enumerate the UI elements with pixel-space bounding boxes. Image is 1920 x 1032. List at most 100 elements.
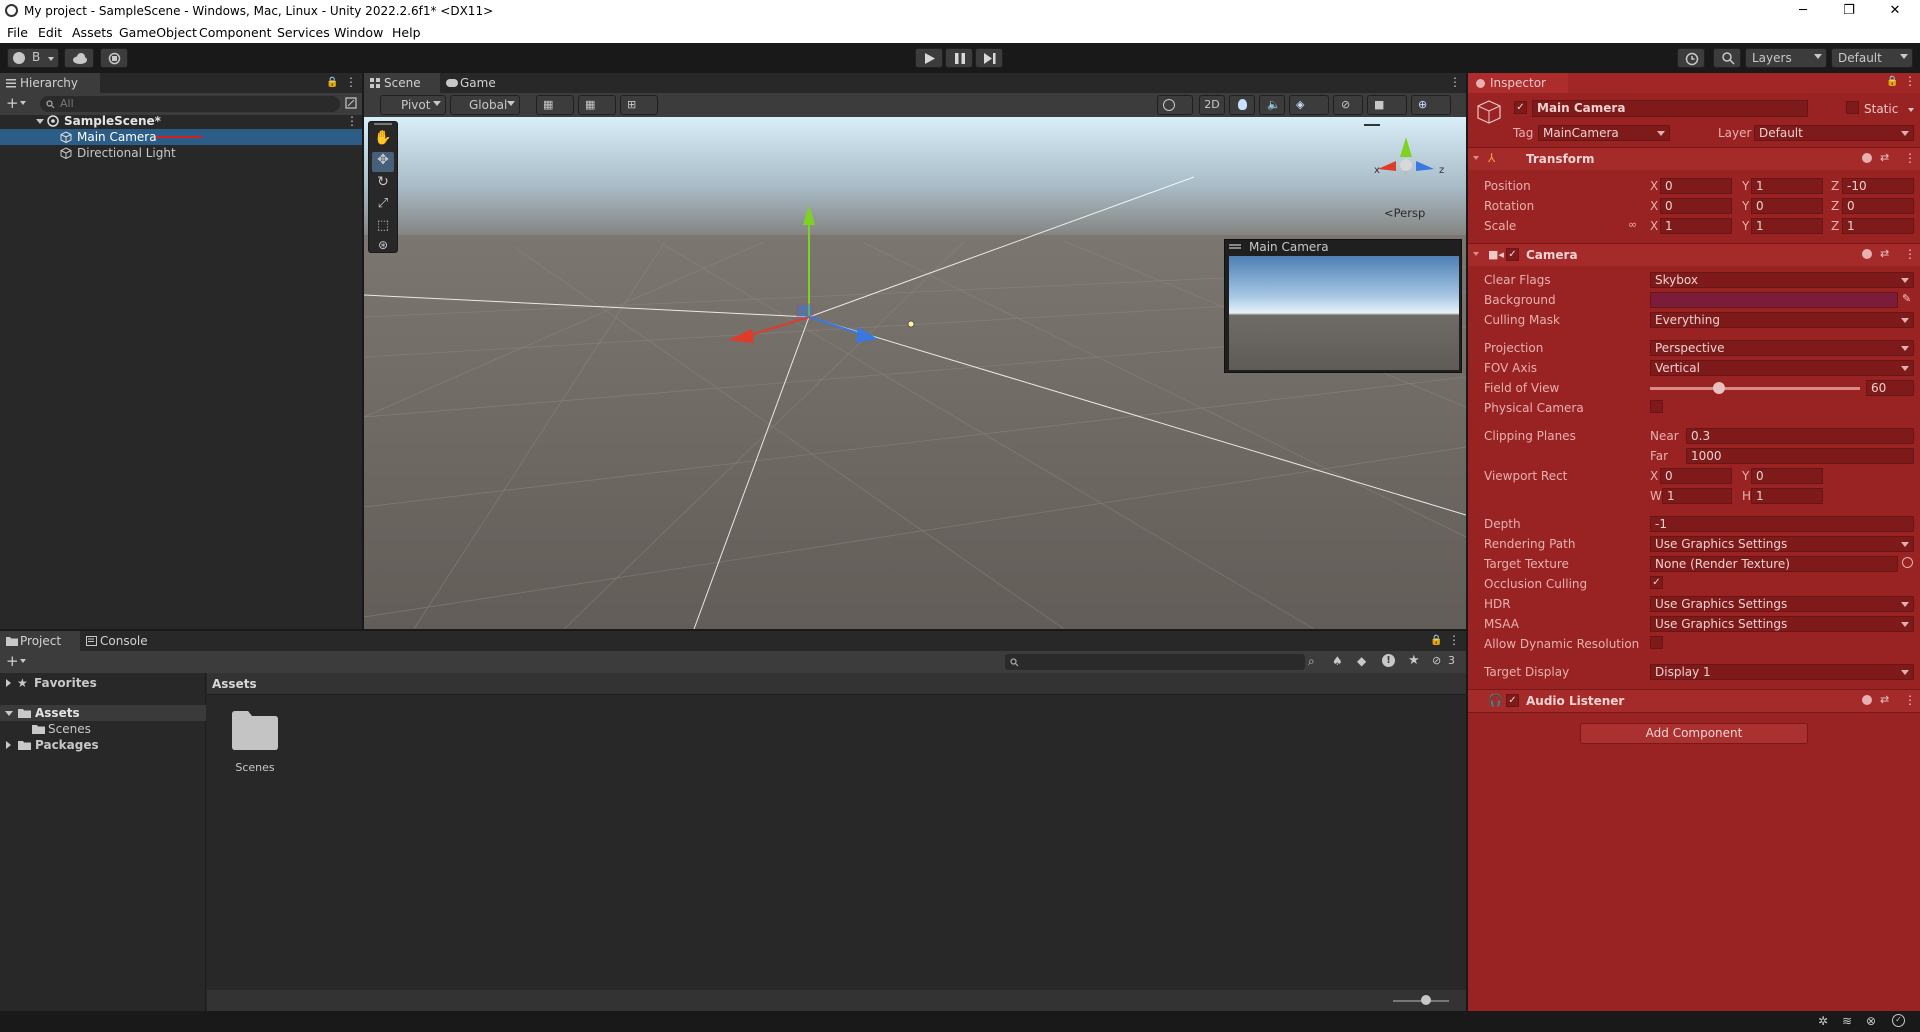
menu-assets[interactable]: Assets: [72, 25, 113, 40]
tree-item-packages[interactable]: Packages: [0, 737, 206, 753]
position-x-field[interactable]: 0: [1660, 178, 1732, 194]
rotation-x-field[interactable]: 0: [1660, 198, 1732, 214]
more-options-icon[interactable]: ⋮: [1449, 75, 1461, 89]
orientation-gizmo[interactable]: [1366, 127, 1446, 197]
help-icon[interactable]: [1862, 695, 1872, 705]
clear-flags-dropdown[interactable]: Skybox: [1650, 272, 1914, 288]
component-enabled-checkbox[interactable]: ✓: [1506, 694, 1519, 707]
active-checkbox[interactable]: ✓: [1514, 101, 1527, 114]
increment-snap-button[interactable]: ⊞: [620, 95, 658, 115]
fov-axis-dropdown[interactable]: Vertical: [1650, 360, 1914, 376]
menu-file[interactable]: File: [7, 25, 28, 40]
more-options-icon[interactable]: ⋮: [1904, 693, 1916, 707]
tab-hierarchy[interactable]: Hierarchy: [0, 73, 100, 93]
scene-row[interactable]: SampleScene* ⋮: [0, 113, 362, 129]
close-button[interactable]: ✕: [1872, 0, 1918, 22]
scene-viewport[interactable]: ✋ ✥ ↻ ⤢ ⬚ ⊛ x z <Persp Main Camera: [364, 117, 1466, 629]
maximize-button[interactable]: ❐: [1826, 0, 1872, 22]
more-options-icon[interactable]: ⋮: [1904, 247, 1916, 261]
toggle-2d-button[interactable]: 2D: [1199, 95, 1225, 115]
search-by-type-icon[interactable]: ⌕: [1308, 654, 1315, 669]
object-picker-icon[interactable]: [1902, 557, 1913, 568]
near-clip-field[interactable]: 0.3: [1686, 428, 1914, 444]
target-texture-field[interactable]: None (Render Texture): [1650, 556, 1898, 572]
fov-value-field[interactable]: 60: [1866, 380, 1914, 396]
network-icon[interactable]: ⊗: [1866, 1014, 1876, 1028]
add-icon[interactable]: +: [6, 652, 19, 670]
icon-size-slider-thumb[interactable]: [1421, 995, 1431, 1005]
rotation-y-field[interactable]: 0: [1751, 198, 1823, 214]
hdr-dropdown[interactable]: Use Graphics Settings: [1650, 596, 1914, 612]
expand-icon[interactable]: [36, 119, 44, 124]
info-icon[interactable]: !: [1382, 654, 1395, 667]
hierarchy-search-input[interactable]: All: [40, 96, 340, 112]
viewport-w-field[interactable]: 1: [1662, 488, 1732, 504]
rotate-tool-icon[interactable]: ↻: [372, 174, 394, 194]
constrain-proportions-icon[interactable]: ∞: [1628, 218, 1637, 231]
viewport-y-field[interactable]: 0: [1751, 468, 1823, 484]
chevron-down-icon[interactable]: [1908, 108, 1914, 112]
layers-dropdown[interactable]: Layers: [1745, 48, 1827, 68]
search-by-label-icon[interactable]: ♠: [1332, 654, 1343, 668]
collapse-icon[interactable]: [1473, 252, 1479, 256]
scale-tool-icon[interactable]: ⤢: [372, 196, 394, 216]
layout-dropdown[interactable]: Default: [1831, 48, 1913, 68]
hierarchy-item-main-camera[interactable]: Main Camera: [0, 129, 362, 145]
draw-mode-button[interactable]: [1157, 95, 1193, 115]
drag-handle-icon[interactable]: [374, 123, 392, 125]
menu-window[interactable]: Window: [334, 25, 383, 40]
drag-handle-icon[interactable]: [1229, 244, 1241, 246]
rendering-path-dropdown[interactable]: Use Graphics Settings: [1650, 536, 1914, 552]
search-button[interactable]: [1713, 48, 1741, 68]
viewport-h-field[interactable]: 1: [1751, 488, 1823, 504]
add-component-button[interactable]: Add Component: [1580, 723, 1808, 744]
breadcrumb[interactable]: Assets: [212, 677, 257, 691]
menu-gameobject[interactable]: GameObject: [119, 25, 197, 40]
audio-listener-header[interactable]: 🎧 ✓ Audio Listener ⇄ ⋮: [1468, 690, 1920, 712]
physical-camera-checkbox[interactable]: [1650, 400, 1663, 413]
favorite-star-icon[interactable]: ★: [1408, 653, 1420, 668]
lighting-toggle-button[interactable]: [1229, 95, 1255, 115]
account-button[interactable]: B: [7, 48, 59, 68]
rotation-z-field[interactable]: 0: [1842, 198, 1914, 214]
collab-button[interactable]: [100, 48, 128, 68]
fov-slider-track[interactable]: [1650, 387, 1860, 390]
tab-inspector[interactable]: Inspector: [1468, 73, 1568, 93]
gizmos-dropdown[interactable]: ⊕: [1411, 95, 1451, 115]
viewport-x-field[interactable]: 0: [1660, 468, 1732, 484]
static-checkbox[interactable]: [1846, 101, 1859, 114]
more-options-icon[interactable]: ⋮: [1904, 151, 1916, 165]
gizmo-menu-icon[interactable]: [1364, 124, 1380, 126]
tag-icon[interactable]: ◆: [1357, 654, 1366, 668]
grid-snap-button[interactable]: ▦: [536, 95, 574, 115]
projection-dropdown[interactable]: Perspective: [1650, 340, 1914, 356]
add-icon[interactable]: +: [6, 94, 19, 112]
history-button[interactable]: [1677, 48, 1705, 68]
collapse-icon[interactable]: [1473, 156, 1479, 160]
transform-tool-icon[interactable]: ⊛: [372, 238, 394, 254]
lock-icon[interactable]: 🔒: [1886, 76, 1898, 87]
scale-x-field[interactable]: 1: [1660, 218, 1732, 234]
tab-scene[interactable]: Scene: [364, 73, 440, 93]
scene-visibility-icon[interactable]: [345, 97, 357, 109]
pause-button[interactable]: [945, 48, 973, 68]
culling-mask-dropdown[interactable]: Everything: [1650, 312, 1914, 328]
debug-icon[interactable]: ✲: [1818, 1014, 1828, 1028]
background-color-field[interactable]: [1650, 292, 1898, 308]
check-status-icon[interactable]: ✓: [1892, 1014, 1905, 1027]
grid-visibility-button[interactable]: ▦: [578, 95, 616, 115]
project-search-input[interactable]: [1005, 654, 1305, 670]
scene-visibility-button[interactable]: ⊘: [1333, 95, 1363, 115]
menu-component[interactable]: Component: [199, 25, 272, 40]
pivot-dropdown[interactable]: Pivot: [380, 95, 446, 115]
step-button[interactable]: [975, 48, 1003, 68]
help-icon[interactable]: [1862, 249, 1872, 259]
component-enabled-checkbox[interactable]: ✓: [1506, 248, 1519, 261]
more-options-icon[interactable]: ⋮: [1448, 633, 1460, 647]
dynamic-resolution-checkbox[interactable]: [1650, 636, 1663, 649]
tree-item-favorites[interactable]: ★ Favorites: [0, 675, 206, 691]
minimize-button[interactable]: ─: [1780, 0, 1826, 22]
tree-item-scenes[interactable]: Scenes: [0, 721, 206, 737]
hand-tool-icon[interactable]: ✋: [372, 130, 394, 150]
tab-game[interactable]: Game: [440, 73, 510, 93]
